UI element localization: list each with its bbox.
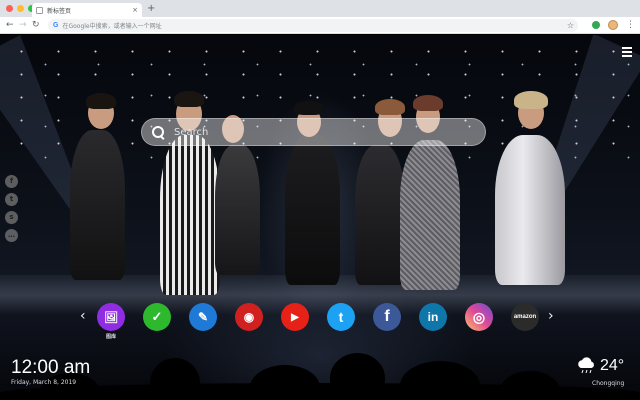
notes-icon: ✎: [197, 310, 209, 324]
weather-city: Chongqing: [592, 380, 625, 387]
dancer-hair: [86, 93, 116, 109]
search-icon[interactable]: [150, 124, 166, 140]
shortcut-notes[interactable]: ✎: [189, 303, 217, 331]
wallpaper-icon: 🖼: [104, 311, 118, 324]
omnibox[interactable]: G 在Google中搜索，或者输入一个网址 ☆: [48, 19, 578, 32]
search-bar[interactable]: Search: [141, 118, 486, 146]
dancer-figure: [285, 135, 340, 285]
facebook-icon[interactable]: f: [5, 175, 18, 188]
dancer-figure: [160, 135, 220, 295]
checklist-icon: ✓: [151, 309, 163, 324]
side-social-bar: f t s …: [5, 175, 18, 242]
shortcut-game[interactable]: ◉: [235, 303, 263, 331]
tab-close-icon[interactable]: ×: [132, 6, 138, 14]
address-bar-row: ← → ↻ G 在Google中搜索，或者输入一个网址 ☆: [0, 17, 640, 34]
active-tab[interactable]: 新标签页 ×: [32, 3, 142, 17]
extension-icon[interactable]: [592, 21, 600, 29]
shortcut-youtube[interactable]: ▶: [281, 303, 309, 331]
shortcut-amazon[interactable]: amazon: [511, 303, 539, 331]
tab-favicon-icon: [36, 6, 43, 14]
twitter-icon[interactable]: t: [5, 193, 18, 206]
dancer-figure: [495, 135, 565, 285]
shortcut-instagram[interactable]: ◎: [465, 303, 493, 331]
shortcuts-prev-arrow[interactable]: ‹: [80, 307, 86, 325]
dancer-cap: [294, 101, 324, 115]
tab-title: 新标签页: [47, 7, 72, 15]
window-close-dot[interactable]: [6, 5, 13, 12]
shortcut-wallpaper[interactable]: 🖼 图库: [97, 303, 125, 340]
amazon-icon: amazon: [513, 314, 537, 320]
dancer-figure: [355, 145, 405, 285]
weather-temperature: 24°: [600, 357, 625, 374]
new-tab-button[interactable]: +: [147, 3, 155, 15]
share-icon[interactable]: s: [5, 211, 18, 224]
youtube-icon: ▶: [291, 311, 299, 323]
shortcut-checklist[interactable]: ✓: [143, 303, 171, 331]
browser-menu-icon[interactable]: ⋮: [626, 18, 635, 32]
facebook-icon: f: [384, 308, 390, 325]
browser-tab-strip: 新标签页 × +: [0, 0, 640, 17]
settings-menu-icon[interactable]: [622, 47, 632, 57]
instagram-icon: ◎: [472, 308, 486, 325]
dancer-hair: [174, 91, 204, 107]
feedback-icon[interactable]: …: [5, 229, 18, 242]
window-minimize-dot[interactable]: [17, 5, 24, 12]
clock-date: Friday, March 8, 2019: [11, 379, 77, 386]
reload-button[interactable]: ↻: [32, 19, 40, 31]
linkedin-icon: in: [427, 310, 439, 324]
profile-avatar[interactable]: [608, 20, 618, 30]
shortcut-linkedin[interactable]: in: [419, 303, 447, 331]
dancer-hair: [413, 95, 443, 111]
dancer-hair: [514, 91, 548, 109]
audience-silhouettes: [0, 353, 640, 400]
shortcut-row: 🖼 图库 ✓ ✎ ◉ ▶ t f in ◎ amazon: [97, 303, 539, 340]
google-icon: G: [53, 22, 59, 29]
game-icon: ◉: [243, 310, 255, 324]
twitter-icon: t: [338, 309, 344, 325]
dancer-figure: [400, 140, 460, 290]
forward-button[interactable]: →: [19, 19, 27, 31]
dancer-figure: [215, 145, 260, 275]
back-button[interactable]: ←: [6, 19, 14, 31]
omnibox-placeholder: 在Google中搜索，或者输入一个网址: [62, 23, 162, 30]
bookmark-star-icon[interactable]: ☆: [567, 20, 574, 31]
cloud-rain-icon: [578, 357, 594, 374]
window-controls: [6, 5, 35, 12]
shortcut-twitter[interactable]: t: [327, 303, 355, 331]
dancer-figure: [70, 130, 125, 280]
shortcut-label: 图库: [105, 334, 117, 340]
shortcut-facebook[interactable]: f: [373, 303, 401, 331]
search-input[interactable]: Search: [174, 127, 208, 138]
shortcuts-next-arrow[interactable]: ›: [548, 307, 554, 325]
dancer-hair: [375, 99, 405, 115]
clock-time: 12:00 am: [11, 357, 91, 378]
new-tab-page: Search f t s … ‹ 🖼 图库 ✓ ✎ ◉ ▶ t f in ◎ a…: [0, 35, 640, 400]
